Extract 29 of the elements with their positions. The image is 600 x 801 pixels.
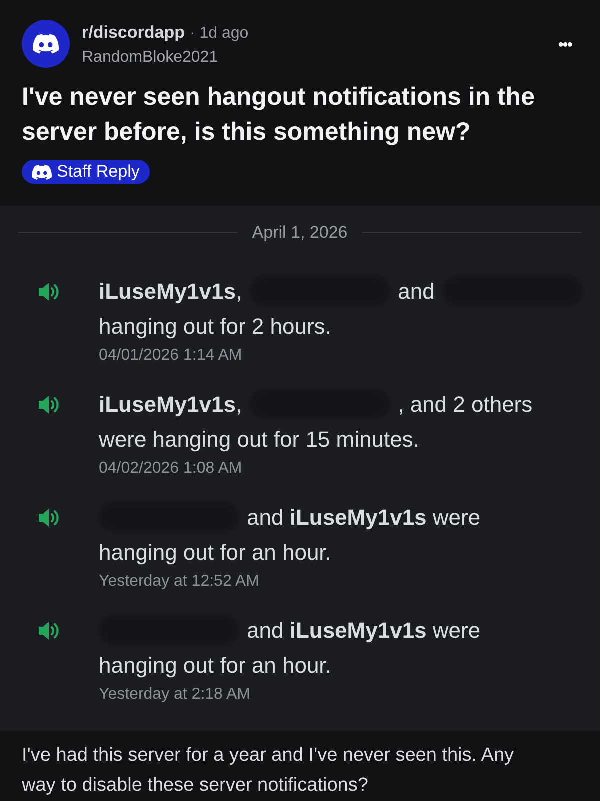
message-text: were hanging out for 15 minutes. bbox=[99, 426, 420, 454]
discord-logo-icon bbox=[32, 164, 52, 180]
message-text: and iLuseMy1v1s were bbox=[247, 616, 481, 645]
post-title: I've never seen hangout notifications in the server before, is this something new? bbox=[22, 82, 536, 148]
message-text: hanging out for an hour. bbox=[99, 652, 332, 680]
author-name[interactable]: RandomBloke2021 bbox=[82, 46, 249, 70]
message-text: hanging out for 2 hours. bbox=[99, 313, 332, 341]
message-timestamp: 04/01/2026 1:14 AM bbox=[99, 346, 244, 366]
message-timestamp: 04/02/2026 1:08 AM bbox=[99, 459, 244, 479]
message-text: and iLuseMy1v1s were bbox=[247, 504, 481, 532]
message-text: and bbox=[398, 278, 435, 306]
post-age: · 1d ago bbox=[190, 24, 249, 44]
date-divider: April 1, 2026 bbox=[251, 222, 349, 244]
message-text: , and 2 others bbox=[398, 390, 533, 418]
message-text: iLuseMy1v1s, bbox=[99, 390, 242, 419]
discord-logo-icon bbox=[33, 34, 59, 54]
speaker-icon bbox=[37, 394, 61, 416]
subreddit-name[interactable]: r/discordapp bbox=[82, 20, 185, 46]
subreddit-avatar[interactable] bbox=[22, 20, 70, 68]
message-timestamp: Yesterday at 12:52 AM bbox=[99, 572, 260, 592]
speaker-icon bbox=[37, 281, 61, 303]
more-options-button[interactable]: ••• bbox=[558, 34, 572, 58]
message-timestamp: Yesterday at 2:18 AM bbox=[99, 685, 252, 705]
speaker-icon bbox=[37, 620, 61, 642]
message-text: hanging out for an hour. bbox=[99, 539, 332, 567]
message-text: iLuseMy1v1s, bbox=[99, 278, 242, 306]
staff-reply-badge: Staff Reply bbox=[22, 160, 150, 184]
speaker-icon bbox=[37, 507, 61, 529]
comment-text: I've had this server for a year and I've never seen this. Any way to disable these server notifications? bbox=[21, 744, 516, 798]
